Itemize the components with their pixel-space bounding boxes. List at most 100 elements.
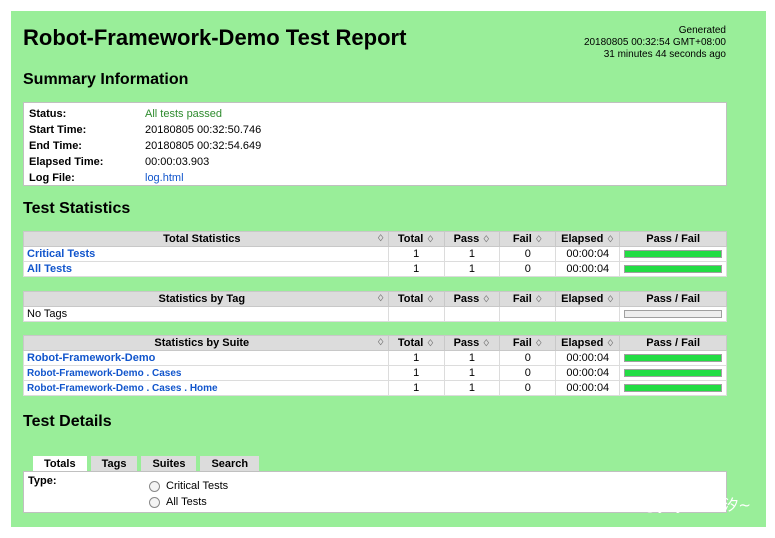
details-heading: Test Details (23, 413, 112, 430)
tab-search[interactable]: Search (200, 456, 260, 472)
sort-icon: ♢ (534, 294, 543, 304)
fail-cell (499, 306, 557, 322)
generated-timestamp: 20180805 00:32:54 GMT+08:00 (583, 37, 726, 48)
total-cell: 1 (387, 380, 445, 396)
pass-column-header[interactable]: Pass ♢ (443, 231, 501, 247)
table-row: Robot-Framework-Demo . Cases 1 1 0 00:00… (23, 365, 727, 381)
details-tabs: Totals Tags Suites Search (33, 456, 260, 472)
table-row: Robot-Framework-Demo 1 1 0 00:00:04 (23, 350, 727, 366)
sort-icon: ♢ (534, 338, 543, 348)
page-title: Robot-Framework-Demo Test Report (23, 25, 407, 50)
tab-tags[interactable]: Tags (90, 456, 138, 472)
fail-cell: 0 (499, 350, 557, 366)
type-label: Type: (28, 475, 57, 487)
radio-critical-tests[interactable]: Critical Tests (149, 480, 228, 492)
tab-totals[interactable]: Totals (33, 456, 87, 472)
suite-statistics-table: Statistics by Suite ♢ Total ♢ Pass ♢ Fail ♢ … (23, 335, 727, 396)
fail-column-header[interactable]: Fail ♢ (499, 231, 557, 247)
radio-icon[interactable] (149, 480, 160, 492)
sort-icon: ♢ (606, 338, 615, 348)
tab-suites[interactable]: Suites (141, 456, 197, 472)
generated-info: Generated 20180805 00:32:54 GMT+08:00 31… (584, 25, 726, 61)
summary-row-end: End Time: 20180805 00:32:54.649 (24, 138, 726, 154)
elapsed-column-header[interactable]: Elapsed ♢ (555, 335, 621, 351)
sort-icon: ♢ (426, 338, 435, 348)
summary-row-elapsed: Elapsed Time: 00:00:03.903 (24, 154, 726, 170)
all-tests-link[interactable]: All Tests (27, 263, 72, 275)
pass-fail-bar (624, 310, 723, 318)
table-row: No Tags (23, 306, 727, 322)
pass-cell: 1 (443, 261, 501, 277)
sort-icon: ♢ (482, 338, 491, 348)
summary-key: Log File: (29, 172, 75, 184)
suite-link-root[interactable]: Robot-Framework-Demo (27, 352, 155, 364)
sort-icon: ♢ (606, 234, 615, 244)
fail-column-header[interactable]: Fail ♢ (499, 291, 557, 307)
summary-key: Elapsed Time: (29, 156, 104, 168)
radio-all-tests[interactable]: All Tests (149, 496, 207, 508)
report-page: Robot-Framework-Demo Test Report Generat… (11, 11, 766, 527)
total-cell (387, 306, 445, 322)
pass-fail-bar (624, 354, 723, 362)
elapsed-cell: 00:00:04 (555, 380, 621, 396)
pass-fail-bar (624, 369, 723, 377)
elapsed-cell: 00:00:04 (555, 246, 621, 262)
fail-column-header[interactable]: Fail ♢ (499, 335, 557, 351)
pass-column-header[interactable]: Pass ♢ (443, 335, 501, 351)
fail-cell: 0 (499, 246, 557, 262)
total-column-header[interactable]: Total ♢ (387, 335, 445, 351)
critical-tests-link[interactable]: Critical Tests (27, 248, 95, 260)
sort-icon: ♢ (376, 233, 385, 243)
pass-cell: 1 (443, 246, 501, 262)
pass-fail-bar (624, 265, 723, 273)
watermark: CSDN @yoyo小小汐~ (594, 496, 751, 514)
radio-label: All Tests (166, 496, 207, 508)
elapsed-column-header[interactable]: Elapsed ♢ (555, 291, 621, 307)
summary-key: Start Time: (29, 124, 87, 136)
sort-icon: ♢ (606, 294, 615, 304)
pass-fail-column-header[interactable]: Pass / Fail (619, 231, 727, 247)
suite-statistics-header[interactable]: Statistics by Suite ♢ (23, 335, 389, 351)
summary-key: Status: (29, 108, 67, 120)
start-time-value: 20180805 00:32:50.746 (145, 124, 262, 136)
no-tags-label: No Tags (23, 306, 389, 322)
summary-box: Status: All tests passed Start Time: 201… (23, 102, 727, 186)
summary-row-status: Status: All tests passed (24, 106, 726, 122)
total-cell: 1 (387, 365, 445, 381)
summary-row-start: Start Time: 20180805 00:32:50.746 (24, 122, 726, 138)
fail-cell: 0 (499, 261, 557, 277)
summary-key: End Time: (29, 140, 82, 152)
generated-ago: 31 minutes 44 seconds ago (603, 49, 726, 60)
total-cell: 1 (387, 246, 445, 262)
table-row: Robot-Framework-Demo . Cases . Home 1 1 … (23, 380, 727, 396)
log-file-link[interactable]: log.html (145, 172, 184, 184)
end-time-value: 20180805 00:32:54.649 (145, 140, 262, 152)
summary-heading: Summary Information (23, 71, 189, 88)
pass-fail-column-header[interactable]: Pass / Fail (619, 291, 727, 307)
sort-icon: ♢ (482, 234, 491, 244)
elapsed-cell (555, 306, 621, 322)
sort-icon: ♢ (482, 294, 491, 304)
fail-cell: 0 (499, 380, 557, 396)
sort-icon: ♢ (534, 234, 543, 244)
suite-link-home[interactable]: Robot-Framework-Demo . Cases . Home (27, 383, 218, 394)
fail-cell: 0 (499, 365, 557, 381)
pass-cell (443, 306, 501, 322)
pass-column-header[interactable]: Pass ♢ (443, 291, 501, 307)
total-column-header[interactable]: Total ♢ (387, 291, 445, 307)
tag-statistics-header[interactable]: Statistics by Tag ♢ (23, 291, 389, 307)
statistics-heading: Test Statistics (23, 200, 131, 217)
pass-fail-column-header[interactable]: Pass / Fail (619, 335, 727, 351)
total-statistics-header[interactable]: Total Statistics ♢ (23, 231, 389, 247)
suite-link-cases[interactable]: Robot-Framework-Demo . Cases (27, 368, 181, 379)
elapsed-cell: 00:00:04 (555, 365, 621, 381)
total-column-header[interactable]: Total ♢ (387, 231, 445, 247)
pass-fail-bar (624, 250, 723, 258)
radio-icon[interactable] (149, 496, 160, 508)
sort-icon: ♢ (426, 234, 435, 244)
pass-cell: 1 (443, 350, 501, 366)
elapsed-column-header[interactable]: Elapsed ♢ (555, 231, 621, 247)
generated-label: Generated (678, 25, 726, 36)
elapsed-cell: 00:00:04 (555, 261, 621, 277)
pass-cell: 1 (443, 380, 501, 396)
